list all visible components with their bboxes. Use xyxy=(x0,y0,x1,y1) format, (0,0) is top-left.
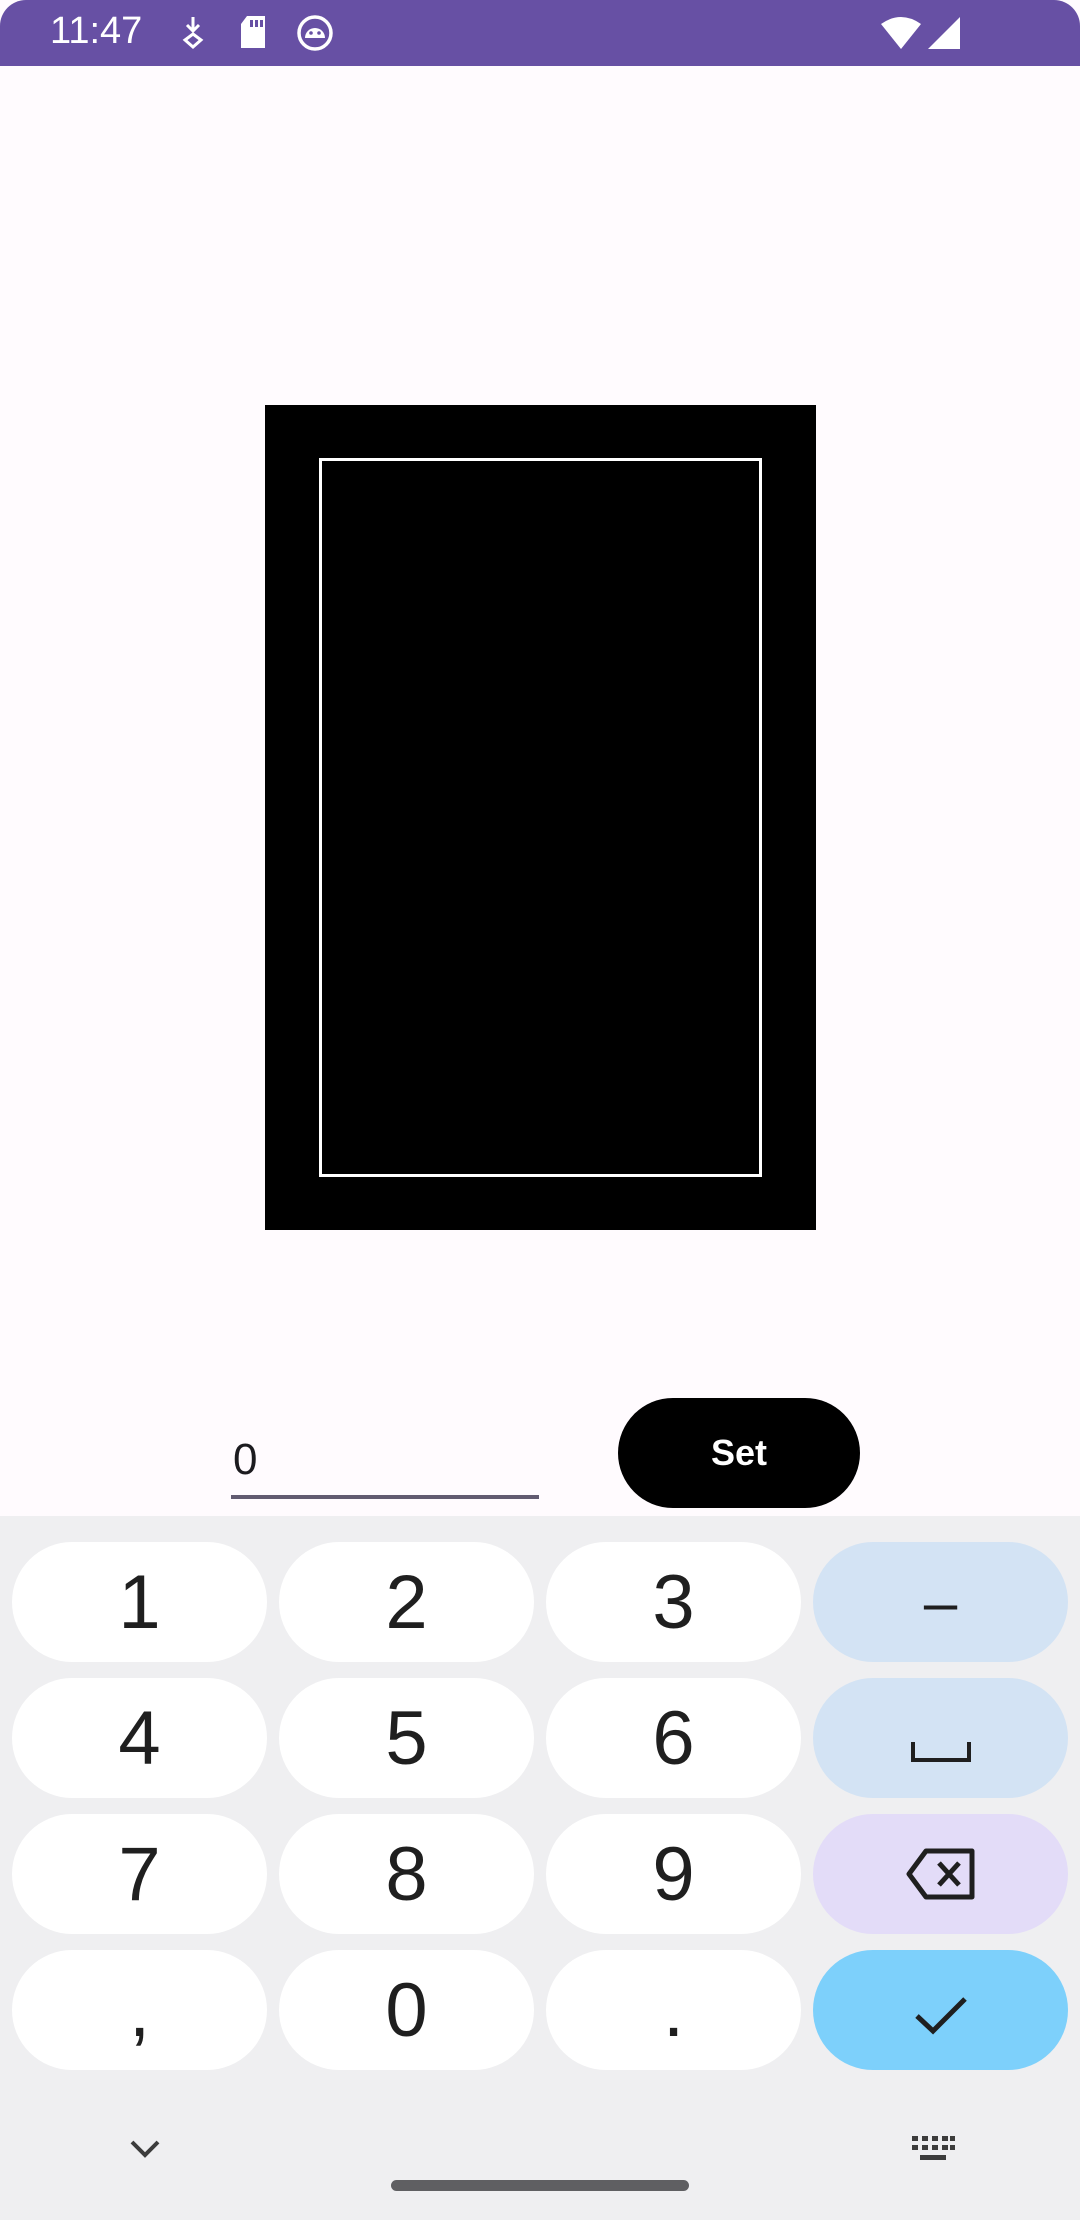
preview-canvas xyxy=(265,405,816,1230)
set-button[interactable]: Set xyxy=(618,1398,860,1508)
numeric-keyboard: 1 2 3 – 4 5 6 7 8 9 , 0 . xyxy=(0,1516,1080,2220)
download-icon xyxy=(178,14,208,55)
chevron-down-icon[interactable] xyxy=(128,2138,162,2165)
home-indicator[interactable] xyxy=(391,2180,689,2191)
key-backspace[interactable] xyxy=(813,1814,1068,1934)
key-space[interactable] xyxy=(813,1678,1068,1798)
signal-icon xyxy=(926,16,962,55)
key-enter[interactable] xyxy=(813,1950,1068,2070)
android-debug-icon xyxy=(296,14,334,57)
backspace-icon xyxy=(906,1831,976,1918)
status-bar: 11:47 xyxy=(0,0,1080,66)
key-period[interactable]: . xyxy=(546,1950,801,2070)
wifi-icon xyxy=(880,16,922,55)
key-3[interactable]: 3 xyxy=(546,1542,801,1662)
key-7[interactable]: 7 xyxy=(12,1814,267,1934)
checkmark-icon xyxy=(913,1967,969,2054)
key-minus[interactable]: – xyxy=(813,1542,1068,1662)
value-input[interactable] xyxy=(231,1425,539,1499)
sd-card-icon xyxy=(238,14,270,55)
key-9[interactable]: 9 xyxy=(546,1814,801,1934)
preview-frame xyxy=(319,458,762,1177)
key-5[interactable]: 5 xyxy=(279,1678,534,1798)
key-1[interactable]: 1 xyxy=(12,1542,267,1662)
key-6[interactable]: 6 xyxy=(546,1678,801,1798)
key-8[interactable]: 8 xyxy=(279,1814,534,1934)
key-4[interactable]: 4 xyxy=(12,1678,267,1798)
status-time: 11:47 xyxy=(50,10,143,52)
keyboard-icon[interactable] xyxy=(910,2134,956,2169)
key-comma[interactable]: , xyxy=(12,1950,267,2070)
key-2[interactable]: 2 xyxy=(279,1542,534,1662)
space-bar-icon xyxy=(910,1695,972,1782)
key-0[interactable]: 0 xyxy=(279,1950,534,2070)
